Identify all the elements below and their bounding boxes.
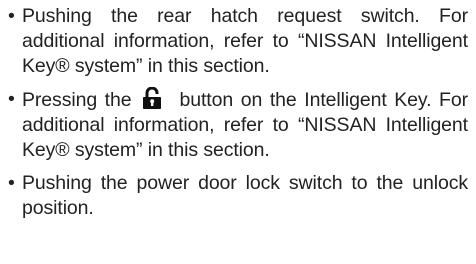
unlocked-padlock-icon bbox=[142, 87, 162, 109]
list-item: • Pushing the rear hatch request switch.… bbox=[8, 4, 468, 79]
list-item: • Pushing the power door lock switch to … bbox=[8, 171, 468, 221]
list-item: • Pressing the button on the Intelligent… bbox=[8, 87, 468, 163]
item-text: Pushing the rear hatch request switch. F… bbox=[22, 5, 468, 77]
bullet-marker: • bbox=[8, 88, 15, 110]
bullet-marker: • bbox=[8, 172, 15, 194]
item-text: Pushing the power door lock switch to th… bbox=[22, 172, 468, 219]
manual-page: • Pushing the rear hatch request switch.… bbox=[0, 0, 476, 264]
bullet-marker: • bbox=[8, 5, 15, 27]
item-text-before-icon: Pressing the bbox=[22, 89, 132, 111]
bullet-list: • Pushing the rear hatch request switch.… bbox=[8, 4, 468, 221]
